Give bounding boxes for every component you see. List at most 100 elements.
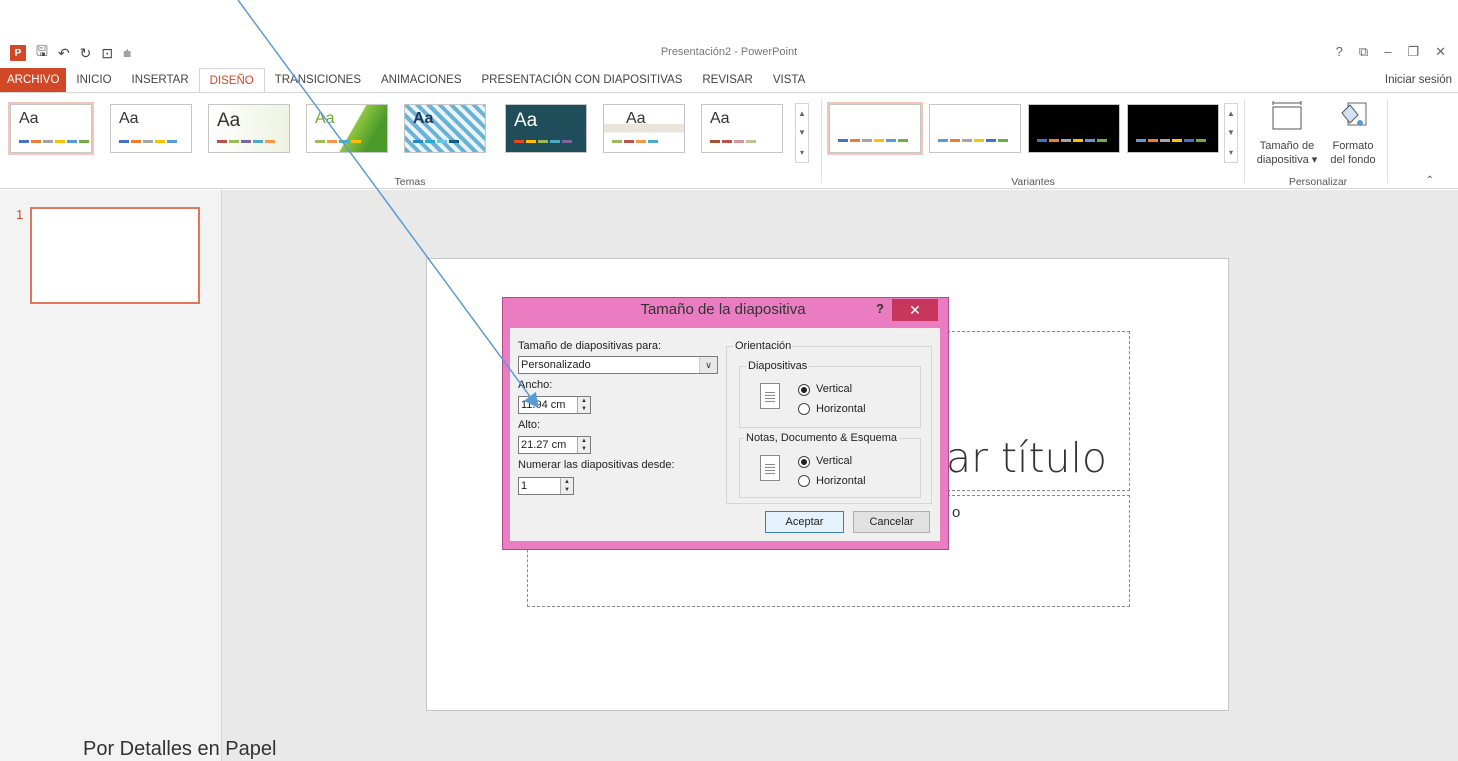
height-value: 21.27 cm xyxy=(521,439,567,451)
dialog-body: Tamaño de diapositivas para: Personaliza… xyxy=(510,328,940,541)
theme-7[interactable]: Aa xyxy=(603,104,685,153)
notes-orientation-group: Notas, Documento & Esquema Vertical Hori… xyxy=(739,432,921,498)
scroll-up-icon[interactable]: ▲ xyxy=(798,109,806,118)
subtitle-placeholder-text: o xyxy=(952,504,961,521)
scroll-down-icon[interactable]: ▼ xyxy=(798,128,806,137)
window-controls: ? ⧉ – ❐ ✕ xyxy=(1336,44,1446,60)
orientation-group: Orientación Diapositivas Vertical Horizo… xyxy=(726,340,932,504)
ribbon-display-icon[interactable]: ⧉ xyxy=(1359,44,1368,60)
format-background-label-2: del fondo xyxy=(1330,154,1376,166)
restore-icon[interactable]: ❐ xyxy=(1407,44,1419,60)
width-input[interactable]: 11.94 cm ▲ ▼ xyxy=(518,396,591,414)
vertical-scrollbar[interactable] xyxy=(1444,190,1458,761)
theme-4[interactable]: Aa xyxy=(306,104,388,153)
themes-group-label: Temas xyxy=(394,176,426,188)
variants-group-label: Variantes xyxy=(1011,176,1055,188)
footnote-caption: Por Detalles en Papel xyxy=(83,738,277,760)
themes-gallery-scroll[interactable]: ▲ ▼ ▾ xyxy=(795,103,809,163)
gallery-more-icon[interactable]: ▾ xyxy=(800,148,804,157)
tab-presentacion[interactable]: PRESENTACIÓN CON DIAPOSITIVAS xyxy=(472,68,693,92)
slide-size-button[interactable]: Tamaño de diapositiva ▾ xyxy=(1252,99,1322,167)
number-from-label: Numerar las diapositivas desde: xyxy=(518,459,675,471)
tab-revisar[interactable]: REVISAR xyxy=(692,68,763,92)
help-icon[interactable]: ? xyxy=(1336,44,1343,60)
theme-preview-text: Aa xyxy=(217,110,241,131)
variant-2[interactable] xyxy=(929,104,1021,153)
height-stepper-icon[interactable]: ▲ ▼ xyxy=(577,437,590,453)
theme-6[interactable]: Aa xyxy=(505,104,587,153)
dialog-help-button[interactable]: ? xyxy=(876,301,884,316)
variant-4[interactable] xyxy=(1127,104,1219,153)
number-stepper-icon[interactable]: ▲ ▼ xyxy=(560,478,573,494)
group-separator xyxy=(821,99,822,183)
theme-2[interactable]: Aa xyxy=(110,104,192,153)
notes-group-label: Notas, Documento & Esquema xyxy=(744,432,900,444)
size-for-label: Tamaño de diapositivas para: xyxy=(518,340,662,352)
notes-vertical-label[interactable]: Vertical xyxy=(816,455,852,467)
theme-preview-text: Aa xyxy=(119,110,139,127)
height-input[interactable]: 21.27 cm ▲ ▼ xyxy=(518,436,591,454)
title-bar: P 🖫 ↶ ↻ ⊡ ⩧ Presentación2 - PowerPoint ?… xyxy=(0,0,1458,70)
width-value: 11.94 cm xyxy=(521,399,566,411)
theme-office[interactable]: Aa xyxy=(8,102,94,155)
slides-group-label: Diapositivas xyxy=(746,360,810,372)
close-window-icon[interactable]: ✕ xyxy=(1435,44,1446,60)
theme-preview-text: Aa xyxy=(710,110,730,127)
number-from-input[interactable]: 1 ▲ ▼ xyxy=(518,477,574,495)
width-label: Ancho: xyxy=(518,379,553,391)
dialog-close-button[interactable]: ✕ xyxy=(892,299,938,321)
slides-horizontal-radio[interactable] xyxy=(798,403,810,415)
scroll-down-icon[interactable]: ▼ xyxy=(1227,128,1235,137)
notes-horizontal-radio[interactable] xyxy=(798,475,810,487)
variant-1[interactable] xyxy=(827,102,923,155)
collapse-ribbon-icon[interactable]: ⌃ xyxy=(1426,175,1434,186)
chevron-down-icon[interactable]: ∨ xyxy=(699,357,717,373)
format-background-label: Formato xyxy=(1332,140,1374,152)
accept-button[interactable]: Aceptar xyxy=(765,511,844,533)
theme-preview-text: Aa xyxy=(19,110,39,127)
minimize-icon[interactable]: – xyxy=(1384,44,1391,60)
notes-vertical-radio[interactable] xyxy=(798,456,810,468)
tab-animaciones[interactable]: ANIMACIONES xyxy=(371,68,472,92)
slide-number: 1 xyxy=(16,207,24,222)
tab-insertar[interactable]: INSERTAR xyxy=(122,68,199,92)
ribbon: Aa Aa Aa Aa Aa Aa Aa Aa ▲ ▼ ▾ Temas ▲ ▼ … xyxy=(0,92,1458,189)
window-title: Presentación2 - PowerPoint xyxy=(660,46,798,58)
height-label: Alto: xyxy=(518,419,541,431)
size-for-select[interactable]: Personalizado ∨ xyxy=(518,356,718,374)
theme-preview-text: Aa xyxy=(413,110,434,127)
tab-vista[interactable]: VISTA xyxy=(763,68,815,92)
signin-link[interactable]: Iniciar sesión xyxy=(1385,68,1452,92)
close-icon: ✕ xyxy=(909,301,921,318)
tab-transiciones[interactable]: TRANSICIONES xyxy=(265,68,371,92)
slide-size-dialog: Tamaño de la diapositiva ? ✕ Tamaño de d… xyxy=(502,297,949,550)
portrait-page-icon xyxy=(760,383,780,409)
size-for-value: Personalizado xyxy=(521,359,591,371)
theme-8[interactable]: Aa xyxy=(701,104,783,153)
cancel-button[interactable]: Cancelar xyxy=(853,511,930,533)
theme-5[interactable]: Aa xyxy=(404,104,486,153)
slides-vertical-radio[interactable] xyxy=(798,384,810,396)
slide-size-icon xyxy=(1270,99,1304,133)
theme-preview-text: Aa xyxy=(315,110,335,127)
format-background-button[interactable]: Formato del fondo xyxy=(1322,99,1384,167)
width-stepper-icon[interactable]: ▲ ▼ xyxy=(577,397,590,413)
gallery-more-icon[interactable]: ▾ xyxy=(1229,148,1233,157)
slide-thumbnail[interactable] xyxy=(30,207,200,304)
group-separator xyxy=(1387,99,1388,183)
group-separator xyxy=(1244,99,1245,183)
slides-horizontal-label[interactable]: Horizontal xyxy=(816,403,866,415)
variant-3[interactable] xyxy=(1028,104,1120,153)
tab-inicio[interactable]: INICIO xyxy=(66,68,121,92)
theme-3[interactable]: Aa xyxy=(208,104,290,153)
slides-vertical-label[interactable]: Vertical xyxy=(816,383,852,395)
portrait-page-icon xyxy=(760,455,780,481)
customize-group-label: Personalizar xyxy=(1288,176,1348,188)
tab-archivo[interactable]: ARCHIVO xyxy=(0,68,67,92)
notes-horizontal-label[interactable]: Horizontal xyxy=(816,475,866,487)
theme-preview-text: Aa xyxy=(626,110,646,127)
scroll-up-icon[interactable]: ▲ xyxy=(1227,109,1235,118)
slide-size-label: Tamaño de xyxy=(1259,140,1315,152)
variants-gallery-scroll[interactable]: ▲ ▼ ▾ xyxy=(1224,103,1238,163)
tab-diseno[interactable]: DISEÑO xyxy=(198,67,265,93)
